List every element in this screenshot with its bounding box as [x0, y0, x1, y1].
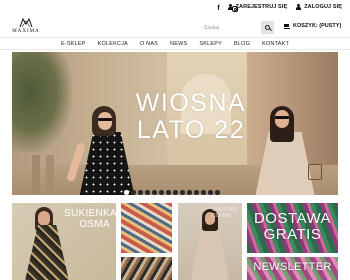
hero-title-line1: WIOSNA — [135, 89, 247, 117]
slider-dot[interactable] — [180, 190, 185, 195]
hero-slider[interactable]: WIOSNA LATO 22 — [12, 52, 338, 195]
tile-sukienka-cosma[interactable]: SUKIENKA COSMA — [178, 203, 242, 280]
tile-label: SUKIENKA COSMA — [212, 207, 238, 219]
nav-item-sklepy[interactable]: SKLEPY — [193, 41, 228, 47]
hero-foliage — [12, 52, 72, 152]
tile-image — [121, 203, 172, 253]
tile-sukienka-osma[interactable]: SUKIENKA OSMA — [12, 203, 116, 280]
facebook-icon[interactable]: f — [215, 5, 222, 12]
tile-print-bottom[interactable] — [121, 257, 172, 280]
slider-dot[interactable] — [131, 190, 136, 195]
nav-item-kontakt[interactable]: KONTAKT — [256, 41, 295, 47]
nav-item-e-sklep[interactable]: E-SKLEP — [55, 41, 92, 47]
model-right-face — [275, 110, 289, 128]
hero-title: WIOSNA LATO 22 — [116, 90, 266, 144]
nav-item-o-nas[interactable]: O NAS — [134, 41, 164, 47]
hero-title-line2: LATO 22 — [136, 116, 246, 144]
user-icon — [227, 4, 233, 10]
hero-pillar — [46, 155, 54, 195]
tile-newsletter[interactable]: NEWSLETTER — [247, 257, 338, 280]
slider-dot[interactable] — [124, 190, 129, 195]
maxima-logo-icon — [19, 18, 33, 28]
register-label: ZAREJESTRUJ SIĘ — [235, 4, 288, 10]
slider-dot[interactable] — [215, 190, 220, 195]
slider-dot[interactable] — [145, 190, 150, 195]
slider-dot[interactable] — [138, 190, 143, 195]
search-icon — [265, 25, 270, 30]
user-icon — [296, 4, 302, 10]
slider-dot[interactable] — [152, 190, 157, 195]
tile-print-top[interactable] — [121, 203, 172, 253]
model-right-sunglasses — [275, 116, 289, 119]
slider-dot[interactable] — [208, 190, 213, 195]
model-right-bag — [308, 164, 322, 180]
nav-item-blog[interactable]: BLOG — [228, 41, 256, 47]
slider-dot[interactable] — [173, 190, 178, 195]
login-label: ZALOGUJ SIĘ — [304, 4, 342, 10]
account-links: ZAREJESTRUJ SIĘ ZALOGUJ SIĘ — [227, 4, 342, 10]
hero-pillar — [32, 155, 40, 195]
tile-label: SUKIENKA OSMA — [64, 208, 116, 230]
cart-link[interactable]: KOSZYK: (PUSTY) — [284, 23, 341, 29]
nav-item-kolekcja[interactable]: KOLEKCJA — [92, 41, 134, 47]
tile-dostawa-gratis[interactable]: DOSTAWA GRATIS — [247, 203, 338, 253]
tile-image — [121, 257, 172, 280]
slider-dot[interactable] — [201, 190, 206, 195]
main-nav: E-SKLEP KOLEKCJA O NAS NEWS SKLEPY BLOG … — [0, 37, 350, 50]
search-placeholder: Szukaj — [204, 25, 220, 31]
nav-item-news[interactable]: NEWS — [164, 41, 193, 47]
search-button[interactable] — [261, 21, 274, 34]
tile-label: NEWSLETTER — [253, 261, 332, 273]
cart-label: KOSZYK: (PUSTY) — [293, 23, 342, 29]
tile-label: DOSTAWA GRATIS — [253, 210, 332, 243]
slider-dot[interactable] — [159, 190, 164, 195]
brand-logo[interactable]: MAXIMA — [11, 18, 41, 34]
slider-dots — [124, 190, 220, 195]
slider-dot[interactable] — [194, 190, 199, 195]
slider-dot[interactable] — [187, 190, 192, 195]
brand-name: MAXIMA — [12, 29, 40, 34]
login-link[interactable]: ZALOGUJ SIĘ — [296, 4, 342, 10]
model-left-face — [98, 112, 112, 130]
register-link[interactable]: ZAREJESTRUJ SIĘ — [227, 4, 288, 10]
model-left-sunglasses — [98, 118, 112, 121]
slider-dot[interactable] — [166, 190, 171, 195]
cart-icon — [284, 23, 290, 29]
